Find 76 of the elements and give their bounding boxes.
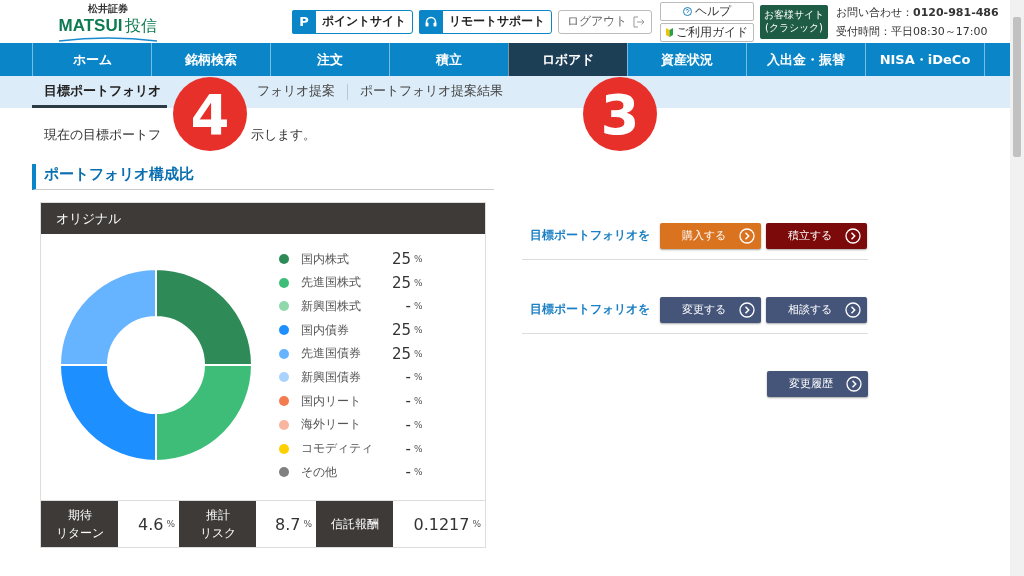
stat-value: 0.1217: [413, 514, 470, 534]
stat-label: 推計: [205, 507, 230, 524]
legend-value: -: [404, 392, 411, 411]
legend-label: その他: [301, 463, 338, 481]
legend-label: 国内リート: [301, 392, 362, 410]
percent-unit: %: [414, 443, 423, 454]
percent-unit: %: [414, 301, 423, 312]
legend-label: コモディティ: [301, 440, 374, 457]
legend-label: 先進国債券: [301, 345, 362, 363]
section-title: ポートフォリオ構成比: [32, 164, 494, 190]
legend-label: 先進国株式: [301, 274, 362, 292]
classic-site-button[interactable]: お客様サイト (クラシック): [760, 4, 828, 39]
stat-value: 8.7: [275, 514, 301, 534]
guide-link[interactable]: ご利用ガイド: [660, 22, 754, 42]
percent-unit: %: [414, 325, 423, 336]
action-label: 目標ポートフォリオを: [530, 301, 651, 318]
stat-label: リスク: [199, 525, 236, 542]
remote-support-button[interactable]: リモートサポート: [419, 9, 552, 34]
step-marker: 4: [173, 77, 247, 151]
logout-button[interactable]: ログアウト: [558, 9, 652, 34]
action-button[interactable]: 変更する: [660, 296, 761, 323]
action-button[interactable]: 変更履歴: [767, 370, 868, 397]
percent-unit: %: [166, 519, 175, 529]
nav-tab[interactable]: ロボアド: [508, 43, 627, 76]
percent-unit: %: [414, 277, 423, 288]
help-link[interactable]: ヘルプ: [660, 1, 754, 21]
sub-tab[interactable]: 目標ポートフォリオ: [32, 76, 167, 108]
stat-label: リターン: [55, 525, 104, 542]
chevron-circle-icon: [739, 227, 755, 244]
headset-icon: [419, 9, 443, 34]
legend-value: 25: [390, 273, 411, 292]
percent-unit: %: [414, 372, 423, 383]
legend-value: -: [404, 439, 411, 458]
stat-label: 信託報酬: [330, 516, 379, 533]
percent-unit: %: [472, 519, 481, 529]
legend-label: 国内株式: [301, 250, 350, 268]
percent-unit: %: [414, 396, 423, 407]
percent-unit: %: [414, 419, 423, 430]
chevron-circle-icon: [845, 301, 861, 318]
point-site-button[interactable]: P ポイントサイト: [292, 9, 413, 34]
beginner-mark-icon: [666, 27, 673, 37]
legend-value: -: [404, 368, 411, 387]
sub-tab[interactable]: フォリオ提案: [245, 76, 347, 108]
legend-label: 新興国債券: [301, 368, 362, 386]
legend-value: -: [404, 415, 411, 434]
chevron-circle-icon: [846, 375, 862, 392]
legend-value: -: [404, 297, 411, 316]
percent-unit: %: [414, 348, 423, 359]
legend-value: 25: [390, 344, 411, 363]
percent-unit: %: [303, 519, 312, 529]
legend-label: 国内債券: [301, 321, 350, 339]
legend-label: 海外リート: [301, 416, 362, 434]
stat-value: 4.6: [138, 514, 164, 534]
percent-unit: %: [414, 254, 423, 264]
stat-label: 期待: [67, 507, 92, 524]
chevron-circle-icon: [845, 227, 861, 244]
legend-label: 新興国株式: [301, 297, 362, 315]
description-text: 示します。: [251, 126, 316, 144]
sub-tab[interactable]: ポートフォリオ提案結果: [348, 76, 515, 108]
chevron-circle-icon: [739, 301, 755, 318]
step-marker: 3: [583, 77, 657, 151]
action-button[interactable]: 積立する: [766, 222, 867, 249]
percent-unit: %: [414, 467, 423, 478]
card-header: オリジナル: [41, 203, 485, 234]
legend-value: -: [404, 463, 411, 482]
help-icon: [683, 6, 692, 16]
logout-icon: [633, 15, 645, 28]
description-text: 現在の目標ポートフ: [44, 126, 161, 144]
contact-phone: お問い合わせ：0120-981-486: [836, 4, 999, 20]
action-button[interactable]: 相談する: [766, 296, 867, 323]
business-hours: 受付時間：平日08:30～17:00: [836, 23, 989, 39]
legend-value: 25: [390, 321, 411, 340]
action-label: 目標ポートフォリオを: [530, 227, 651, 244]
legend-value: 25: [390, 250, 411, 268]
logo[interactable]: 松井証券 MATSUI 投信: [58, 1, 158, 42]
scrollbar[interactable]: [1010, 0, 1024, 576]
